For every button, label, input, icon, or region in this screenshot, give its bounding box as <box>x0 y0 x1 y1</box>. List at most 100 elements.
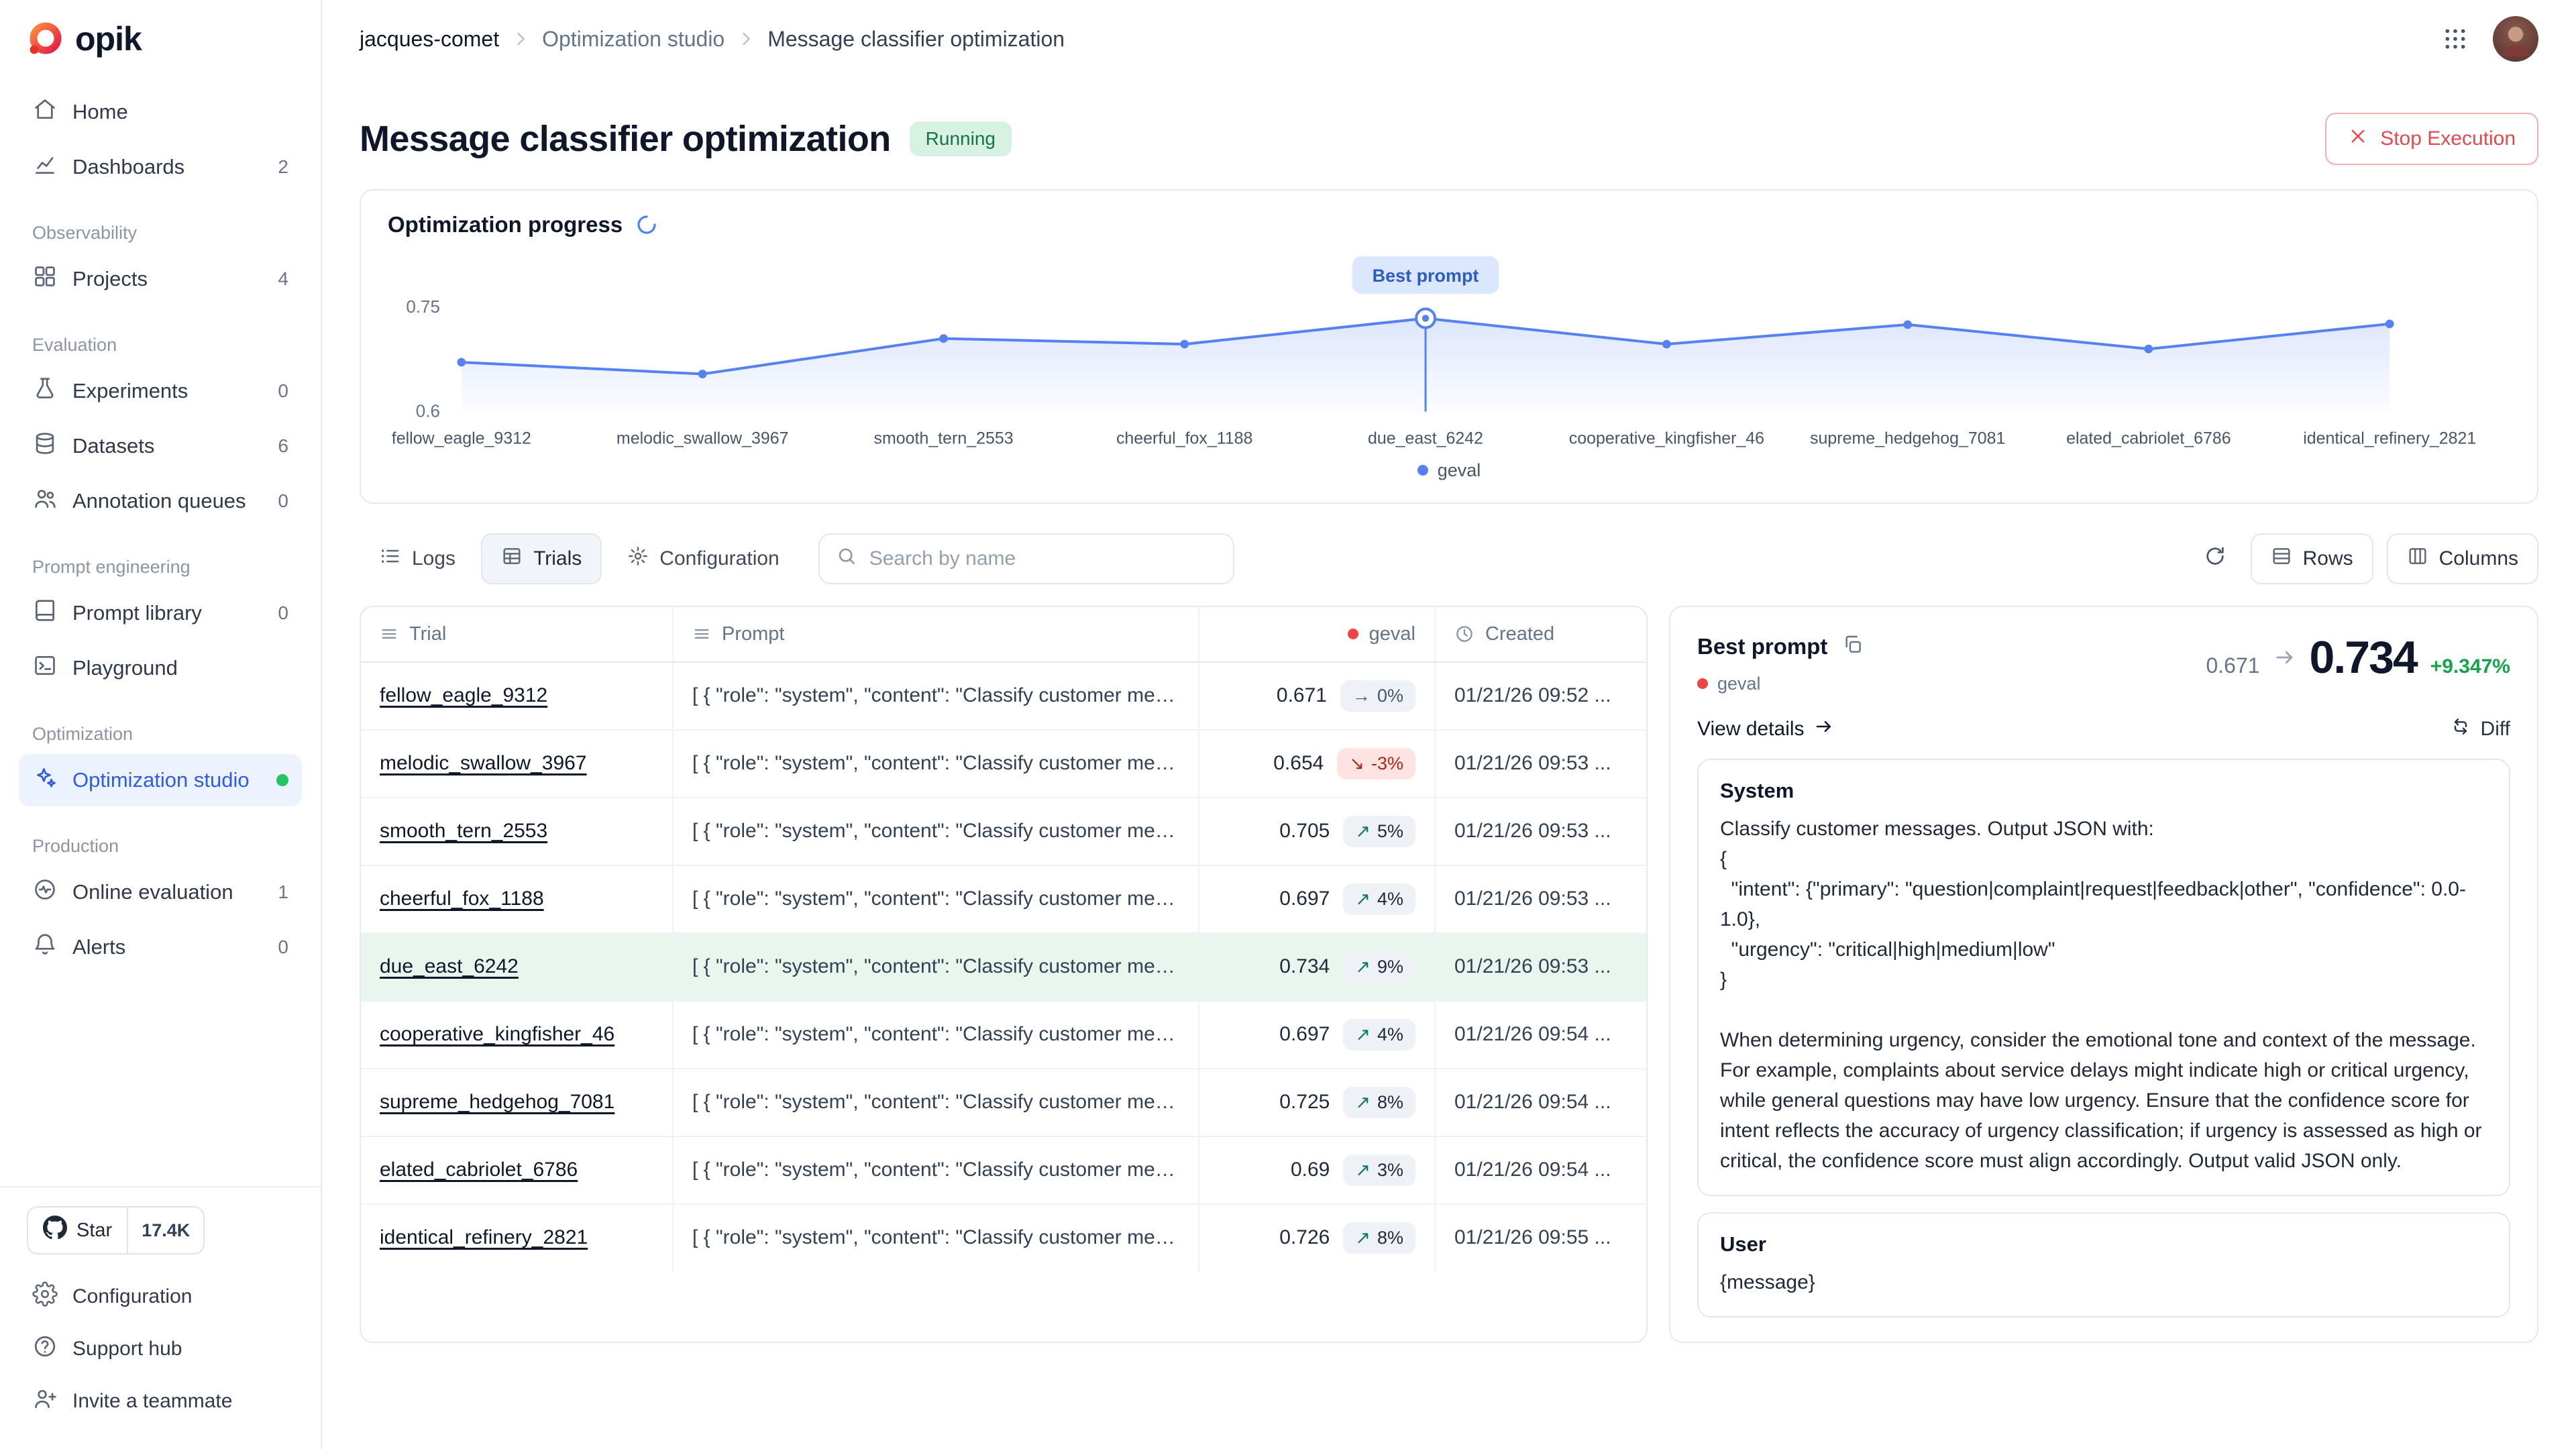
toolbar-right: Rows Columns <box>2193 533 2538 584</box>
column-header-created[interactable]: Created <box>1434 607 1646 661</box>
table-row[interactable]: smooth_tern_2553[ { "role": "system", "c… <box>361 798 1646 866</box>
breadcrumb-item-workspace[interactable]: jacques-comet <box>360 27 499 52</box>
trials-table: Trial Prompt geval Created <box>360 606 1648 1343</box>
trial-link[interactable]: identical_refinery_2821 <box>380 1226 588 1249</box>
prompt-preview: [ { "role": "system", "content": "Classi… <box>672 731 1198 797</box>
table-header: Trial Prompt geval Created <box>361 607 1646 663</box>
created-cell: 01/21/26 09:54 ... <box>1434 1137 1646 1203</box>
trial-link[interactable]: cooperative_kingfisher_46 <box>380 1023 614 1046</box>
optimization-progress-chart[interactable]: 0.750.6fellow_eagle_9312melodic_swallow_… <box>388 243 2510 458</box>
dashboards-icon <box>32 152 58 182</box>
sidebar-item-experiments[interactable]: Experiments 0 <box>19 365 302 417</box>
columns-button[interactable]: Columns <box>2387 533 2538 584</box>
prompt-preview: [ { "role": "system", "content": "Classi… <box>672 1205 1198 1271</box>
refresh-button[interactable] <box>2193 534 2237 583</box>
trial-link[interactable]: melodic_swallow_3967 <box>380 752 587 775</box>
table-row[interactable]: identical_refinery_2821 [ { "role": "syst… <box>361 1205 1646 1271</box>
footer-link-label: Support hub <box>72 1338 182 1360</box>
sidebar-footer: Star 17.4K Configuration Support hub Inv… <box>0 1186 321 1449</box>
metric-label: geval <box>1717 674 1761 694</box>
prompt-preview: [ { "role": "system", "content": "Classi… <box>672 1002 1198 1068</box>
trend-badge: ↗4% <box>1343 1019 1415 1051</box>
optimization-progress-card: Optimization progress 0.750.6fellow_eagl… <box>360 189 2538 504</box>
sidebar-item-home[interactable]: Home <box>19 86 302 138</box>
tab-configuration[interactable]: Configuration <box>607 533 799 584</box>
rows-icon <box>2271 545 2292 572</box>
sparkles-icon <box>32 765 58 796</box>
opik-logo-icon[interactable] <box>27 21 63 57</box>
rows-button[interactable]: Rows <box>2251 533 2373 584</box>
prompt-preview: [ { "role": "system", "content": "Classi… <box>672 934 1198 1000</box>
table-body: fellow_eagle_9312 [ { "role": "system", "… <box>361 663 1646 1271</box>
column-header-prompt[interactable]: Prompt <box>672 607 1198 661</box>
search-input[interactable] <box>869 547 1217 570</box>
title-row: Message classifier optimization Running … <box>360 113 2538 165</box>
tab-trials[interactable]: Trials <box>481 533 602 584</box>
sidebar-item-optimization-studio[interactable]: Optimization studio <box>19 754 302 806</box>
avatar[interactable] <box>2493 16 2538 62</box>
trend-badge: ↗5% <box>1343 816 1415 847</box>
help-circle-icon <box>32 1334 58 1364</box>
best-prompt-panel: Best prompt geval 0.671 0.734 <box>1669 606 2538 1343</box>
score-to: 0.734 <box>2310 631 2417 684</box>
score-value: 0.671 <box>1277 684 1327 707</box>
best-prompt-title: Best prompt <box>1697 634 1827 659</box>
logs-icon <box>380 545 401 572</box>
table-row[interactable]: cooperative_kingfisher_46 [ { "role": "sy… <box>361 1002 1646 1069</box>
trend-arrow-icon: ↗ <box>1355 821 1371 842</box>
sidebar-item-dashboards[interactable]: Dashboards 2 <box>19 141 302 193</box>
svg-text:elated_cabriolet_6786: elated_cabriolet_6786 <box>2066 429 2231 448</box>
column-header-geval[interactable]: geval <box>1198 607 1434 661</box>
trend-arrow-icon: ↗ <box>1355 889 1371 910</box>
score-value: 0.734 <box>1279 955 1330 978</box>
table-row[interactable]: cheerful_fox_1188[ { "role": "system", "… <box>361 866 1646 934</box>
table-row[interactable]: supreme_hedgehog_7081[ { "role": "system… <box>361 1069 1646 1137</box>
sidebar-item-alerts[interactable]: Alerts 0 <box>19 921 302 973</box>
table-row[interactable]: due_east_6242 [ { "role": "system", "cont… <box>361 934 1646 1002</box>
sidebar-item-configuration[interactable]: Configuration <box>19 1271 302 1323</box>
table-row[interactable]: elated_cabriolet_6786[ { "role": "system… <box>361 1137 1646 1205</box>
trend-arrow-icon: ↗ <box>1355 1160 1371 1181</box>
trend-badge: ↗3% <box>1343 1155 1415 1186</box>
sidebar-item-support-hub[interactable]: Support hub <box>19 1323 302 1375</box>
sidebar-item-annotation-queues[interactable]: Annotation queues 0 <box>19 475 302 527</box>
sidebar-item-datasets[interactable]: Datasets 6 <box>19 420 302 472</box>
trial-link[interactable]: cheerful_fox_1188 <box>380 888 544 910</box>
apps-grid-icon[interactable] <box>2442 25 2469 52</box>
sidebar-item-invite-teammate[interactable]: Invite a teammate <box>19 1375 302 1428</box>
score-value: 0.697 <box>1279 888 1330 910</box>
sidebar-item-playground[interactable]: Playground <box>19 642 302 694</box>
user-label: User <box>1720 1232 2487 1256</box>
arrow-right-icon <box>1814 716 1834 742</box>
github-icon <box>43 1216 67 1245</box>
arrow-right-icon <box>2273 646 2296 669</box>
table-row[interactable]: fellow_eagle_9312[ { "role": "system", "… <box>361 663 1646 731</box>
sidebar-item-online-evaluation[interactable]: Online evaluation 1 <box>19 866 302 918</box>
view-details-link[interactable]: View details <box>1697 716 1834 742</box>
diff-icon <box>2450 716 2471 743</box>
copy-button[interactable] <box>1839 631 1866 663</box>
stop-execution-button[interactable]: Stop Execution <box>2325 113 2538 165</box>
breadcrumb-item-section[interactable]: Optimization studio <box>542 27 724 52</box>
running-indicator-dot <box>276 774 288 786</box>
tab-logs[interactable]: Logs <box>360 533 476 584</box>
sidebar-item-prompt-library[interactable]: Prompt library 0 <box>19 587 302 639</box>
score-value: 0.726 <box>1279 1226 1330 1249</box>
trend-arrow-icon: ↗ <box>1355 1092 1371 1113</box>
flask-icon <box>32 376 58 407</box>
trial-link[interactable]: supreme_hedgehog_7081 <box>380 1091 614 1114</box>
trial-link[interactable]: fellow_eagle_9312 <box>380 684 547 707</box>
column-header-trial[interactable]: Trial <box>361 607 672 661</box>
copy-icon <box>1842 634 1864 660</box>
diff-button[interactable]: Diff <box>2450 716 2510 743</box>
user-plus-icon <box>32 1386 58 1417</box>
github-star-widget[interactable]: Star 17.4K <box>27 1206 205 1254</box>
table-row[interactable]: melodic_swallow_3967 [ { "role": "system"… <box>361 731 1646 798</box>
trial-link[interactable]: smooth_tern_2553 <box>380 820 547 843</box>
system-label: System <box>1720 779 2487 803</box>
sidebar-item-projects[interactable]: Projects 4 <box>19 253 302 305</box>
trial-link[interactable]: due_east_6242 <box>380 955 519 978</box>
projects-icon <box>32 264 58 294</box>
trial-link[interactable]: elated_cabriolet_6786 <box>380 1159 578 1181</box>
table-icon <box>501 545 523 572</box>
